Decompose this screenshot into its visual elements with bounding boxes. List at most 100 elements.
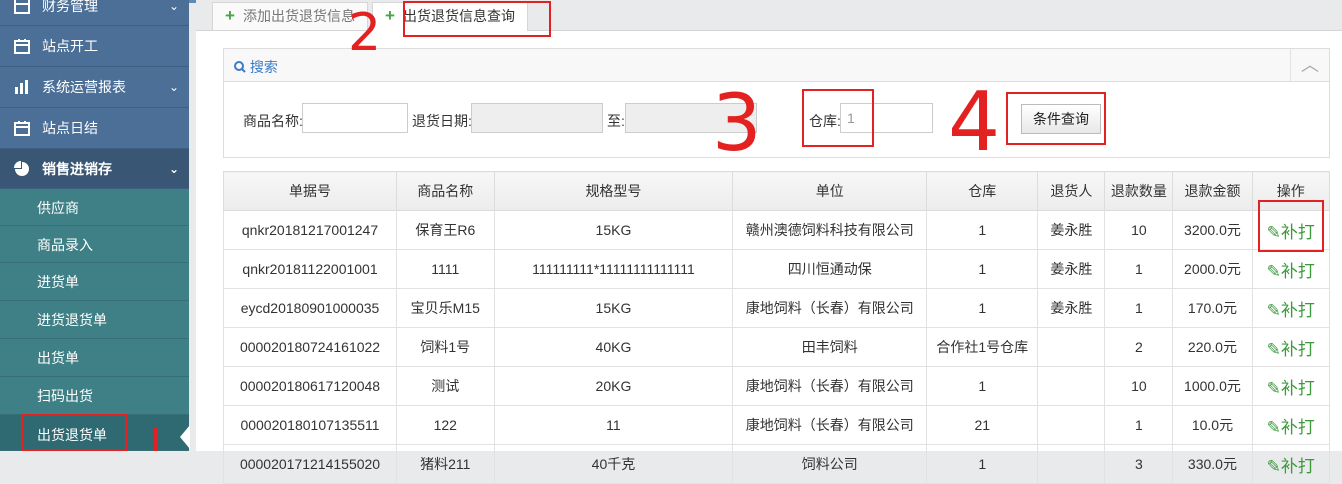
cell-product-name: 饲料1号 (396, 327, 495, 367)
column-header[interactable]: 退款数量 (1104, 171, 1174, 211)
sidebar-subitem-product-entry[interactable]: 商品录入 (0, 226, 189, 263)
cell-refund-qty: 3 (1104, 444, 1174, 484)
cell-refund-qty: 2 (1104, 327, 1174, 367)
sidebar-subitem-label: 商品录入 (37, 237, 93, 253)
cell-returner (1037, 327, 1106, 367)
search-title-text: 搜索 (249, 59, 278, 75)
active-pointer (180, 425, 190, 449)
reprint-button[interactable]: ✎补打 (1251, 249, 1330, 289)
reprint-button[interactable]: ✎补打 (1251, 405, 1330, 445)
reprint-button[interactable]: ✎补打 (1251, 288, 1330, 328)
cell-order-no: qnkr20181217001247 (222, 210, 398, 250)
calendar-icon (12, 118, 32, 138)
cell-order-no: qnkr20181122001001 (222, 249, 398, 289)
product-name-input[interactable] (302, 103, 408, 133)
column-header[interactable]: 仓库 (926, 171, 1039, 211)
tab-bar: + 添加出货退货信息 + 出货退货信息查询 (196, 0, 1342, 31)
table-row: 000020180724161022 饲料1号 40KG 田丰饲料 合作社1号仓… (222, 327, 1330, 367)
sidebar-item-site-start[interactable]: 站点开工 (0, 26, 189, 67)
cell-product-name: 保育王R6 (396, 210, 495, 250)
tab-add-return[interactable]: + 添加出货退货信息 (212, 2, 368, 30)
sidebar-subitem-purchase-order[interactable]: 进货单 (0, 263, 189, 301)
sidebar-item-label: 销售进销存 (42, 160, 112, 177)
calendar-icon (12, 36, 32, 56)
cell-refund-qty: 1 (1104, 405, 1174, 445)
sidebar-subitem-supplier[interactable]: 供应商 (0, 189, 189, 226)
cell-unit: 康地饲料（长春）有限公司 (732, 288, 928, 328)
sidebar-subitem-label: 出货单 (37, 350, 79, 366)
sidebar-item-label: 站点开工 (42, 38, 98, 54)
chevron-down-icon: ⌄ (168, 80, 179, 94)
table-row: 000020171214155020 猪料211 40千克 饲料公司 1 3 3… (222, 444, 1330, 484)
reprint-button[interactable]: ✎补打 (1251, 327, 1330, 367)
cell-refund-amount: 330.0元 (1172, 444, 1253, 484)
annotation-mark (154, 428, 157, 451)
cell-unit: 田丰饲料 (732, 327, 928, 367)
cell-refund-qty: 1 (1104, 249, 1174, 289)
cell-warehouse: 1 (926, 249, 1039, 289)
cell-product-name: 测试 (396, 366, 495, 406)
column-header[interactable]: 退款金额 (1172, 171, 1253, 211)
return-date-start-input[interactable] (471, 103, 603, 133)
cell-refund-amount: 3200.0元 (1172, 210, 1253, 250)
cell-warehouse: 1 (926, 366, 1039, 406)
table-row: qnkr20181217001247 保育王R6 15KG 赣州澳德饲料科技有限… (222, 210, 1330, 250)
cell-returner (1037, 405, 1106, 445)
cell-refund-qty: 10 (1104, 210, 1174, 250)
cell-returner: 姜永胜 (1037, 249, 1106, 289)
sidebar-item-label: 站点日结 (42, 120, 98, 136)
cell-spec: 11 (493, 405, 734, 445)
column-header[interactable]: 单位 (732, 171, 928, 211)
cell-refund-amount: 10.0元 (1172, 405, 1253, 445)
cell-warehouse: 1 (926, 288, 1039, 328)
cell-warehouse: 21 (926, 405, 1039, 445)
search-title: 搜索 (234, 57, 278, 77)
search-panel-header: 搜索 ︿ (224, 49, 1329, 82)
cell-warehouse: 合作社1号仓库 (926, 327, 1039, 367)
cell-spec: 20KG (493, 366, 734, 406)
annotation-box-submenu (21, 414, 127, 451)
column-header[interactable]: 规格型号 (493, 171, 734, 211)
sidebar: 财务管理 ⌄ 站点开工 系统运营报表 ⌄ 站点日结 销售进销存 ⌄ 供应商 商品… (0, 0, 189, 451)
annotation-box-query (1006, 92, 1106, 145)
sidebar-subitem-label: 进货退货单 (37, 312, 107, 328)
cell-order-no: 000020180107135511 (222, 405, 398, 445)
results-table: 单据号 商品名称 规格型号 单位 仓库 退货人 退款数量 退款金额 操作 qnk… (222, 171, 1330, 484)
cell-order-no: 000020180617120048 (222, 366, 398, 406)
cell-returner (1037, 366, 1106, 406)
collapse-icon[interactable]: ︿ (1290, 49, 1329, 81)
sidebar-subitem-label: 供应商 (37, 200, 79, 216)
table-row: 000020180617120048 测试 20KG 康地饲料（长春）有限公司 … (222, 366, 1330, 406)
column-header[interactable]: 商品名称 (396, 171, 495, 211)
cell-order-no: eycd20180901000035 (222, 288, 398, 328)
cell-spec: 40KG (493, 327, 734, 367)
sidebar-item-daily-close[interactable]: 站点日结 (0, 108, 189, 149)
cell-refund-amount: 170.0元 (1172, 288, 1253, 328)
cell-spec: 111111111*11111111111111 (493, 249, 734, 289)
sidebar-subitem-scan-shipment[interactable]: 扫码出货 (0, 377, 189, 415)
chevron-down-icon: ⌄ (168, 161, 179, 176)
cell-unit: 康地饲料（长春）有限公司 (732, 366, 928, 406)
cell-unit: 饲料公司 (732, 444, 928, 484)
cell-refund-amount: 2000.0元 (1172, 249, 1253, 289)
cell-spec: 15KG (493, 210, 734, 250)
cell-spec: 40千克 (493, 444, 734, 484)
sidebar-subitem-shipment[interactable]: 出货单 (0, 339, 189, 377)
cell-unit: 赣州澳德饲料科技有限公司 (732, 210, 928, 250)
reprint-button[interactable]: ✎补打 (1251, 366, 1330, 406)
column-header[interactable]: 退货人 (1037, 171, 1106, 211)
sidebar-item-finance[interactable]: 财务管理 ⌄ (0, 0, 189, 26)
cell-order-no: 000020171214155020 (222, 444, 398, 484)
return-date-end-input[interactable] (625, 103, 757, 133)
table-header-row: 单据号 商品名称 规格型号 单位 仓库 退货人 退款数量 退款金额 操作 (222, 171, 1330, 211)
sidebar-subitem-purchase-return[interactable]: 进货退货单 (0, 301, 189, 339)
sidebar-item-sales-inventory[interactable]: 销售进销存 ⌄ (0, 149, 189, 189)
column-header[interactable]: 单据号 (222, 171, 398, 211)
cell-warehouse: 1 (926, 444, 1039, 484)
cell-refund-qty: 10 (1104, 366, 1174, 406)
reprint-button[interactable]: ✎补打 (1251, 444, 1330, 484)
cell-returner: 姜永胜 (1037, 288, 1106, 328)
table-row: 000020180107135511 122 11 康地饲料（长春）有限公司 2… (222, 405, 1330, 445)
sidebar-item-reports[interactable]: 系统运营报表 ⌄ (0, 67, 189, 108)
chevron-down-icon: ⌄ (168, 0, 179, 13)
